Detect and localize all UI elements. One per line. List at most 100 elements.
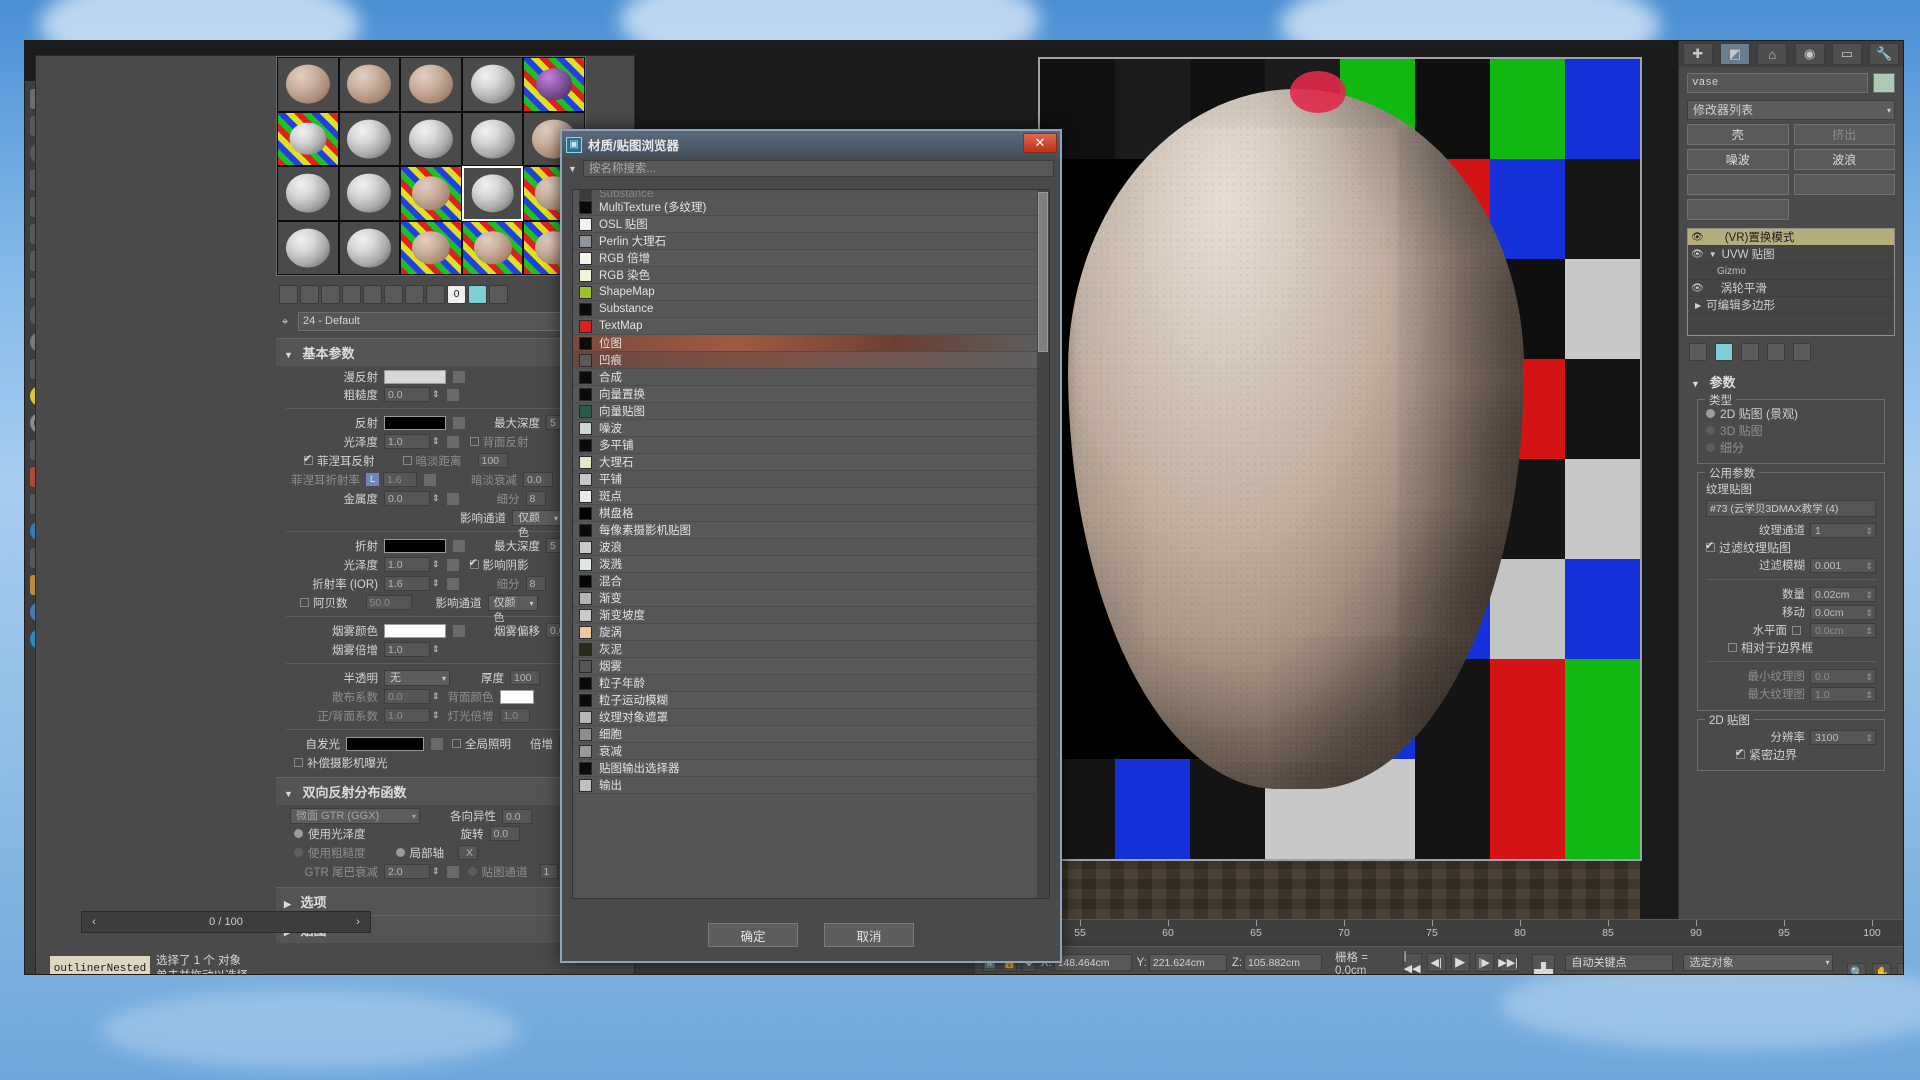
modifier-button-row-1[interactable]: 壳 挤出	[1687, 124, 1895, 145]
assign-material-icon[interactable]	[300, 284, 319, 304]
command-panel[interactable]: ✚ ◩ ⌂ ◉ ▭ 🔧 修改器列表 壳 挤出 噪波 波浪	[1678, 41, 1903, 919]
ok-button[interactable]: 确定	[708, 923, 798, 947]
fog-mult-spinner[interactable]: 1.0	[384, 642, 430, 657]
go-to-start-icon[interactable]: |◀◀	[1402, 950, 1422, 974]
go-to-end-icon[interactable]: ▶▶|	[1498, 952, 1518, 972]
prev-frame-icon[interactable]: ‹	[82, 916, 106, 928]
map-type-item[interactable]: Substance	[573, 190, 1037, 201]
modifier-button-extrude[interactable]: 挤出	[1793, 124, 1895, 145]
min-texmap-spinner[interactable]: 0.0	[1810, 668, 1876, 684]
refract-map-button[interactable]	[452, 538, 466, 553]
row-shift[interactable]: 移动 0.0cm	[1706, 603, 1876, 621]
fog-color-swatch[interactable]	[384, 623, 446, 638]
resolution-spinner[interactable]: 3100	[1810, 729, 1876, 745]
status-bar[interactable]: ▣ 🔒 ✥ X: 148.464cm Y: 221.624cm Z: 105.8…	[975, 946, 1903, 976]
abbe-checkbox[interactable]	[300, 598, 309, 607]
roughness-map-button[interactable]	[445, 387, 460, 402]
map-type-item[interactable]: 旋涡	[573, 624, 1037, 641]
material-slot[interactable]	[461, 220, 524, 275]
make-unique-icon[interactable]	[1741, 343, 1759, 361]
close-icon[interactable]: ✕	[1023, 133, 1057, 153]
dialog-title-bar[interactable]: ▣ 材质/贴图浏览器 ✕	[562, 131, 1060, 158]
max-texmap-spinner[interactable]: 1.0	[1810, 686, 1876, 702]
relative-bbox-checkbox[interactable]	[1728, 643, 1737, 652]
spinner-arrows-icon[interactable]: ⇕	[432, 710, 440, 721]
translucency-dropdown[interactable]: 无	[384, 669, 450, 686]
dim-distance-checkbox[interactable]	[402, 456, 412, 465]
row-texture-channel[interactable]: 纹理通道 1	[1706, 521, 1876, 539]
map-channel-spinner[interactable]: 1	[539, 864, 558, 879]
list-scrollbar[interactable]	[1037, 190, 1049, 898]
tab-modify[interactable]: ◩	[1719, 43, 1750, 65]
thickness-spinner[interactable]: 100	[510, 670, 540, 685]
chevron-down-icon[interactable]: ▼	[1709, 250, 1717, 259]
map-type-item[interactable]: 每像素摄影机贴图	[573, 522, 1037, 539]
material-slot-grid[interactable]	[276, 56, 586, 276]
scatter-spinner[interactable]: 0.0	[384, 689, 430, 704]
modifier-button-row-3[interactable]	[1687, 174, 1895, 195]
rotation-spinner[interactable]: 0.0	[489, 826, 520, 841]
viewport-navigation-controls[interactable]: 🔍 ✋ ◎ ⛶	[1847, 963, 1903, 974]
map-type-item[interactable]: 衰减	[573, 743, 1037, 760]
set-key-button[interactable]: 设置关键点	[1565, 975, 1673, 976]
pan-icon[interactable]: ✋	[1872, 963, 1892, 974]
frame-slider-value[interactable]: 0 / 100	[106, 916, 346, 928]
x-field[interactable]: 148.464cm	[1053, 954, 1132, 971]
map-type-item[interactable]: 大理石	[573, 454, 1037, 471]
configure-modifier-sets-icon[interactable]	[1793, 343, 1811, 361]
material-id-icon[interactable]: 0	[447, 284, 466, 304]
eyedropper-icon[interactable]: ⌖	[276, 314, 294, 329]
map-type-item[interactable]: 纹理对象遮罩	[573, 709, 1037, 726]
go-to-parent-icon[interactable]	[405, 284, 424, 304]
tab-display[interactable]: ▭	[1831, 43, 1862, 65]
spinner-arrows-icon[interactable]: ⇕	[432, 644, 440, 655]
material-slot[interactable]	[277, 111, 339, 166]
refract-color-swatch[interactable]	[384, 538, 446, 553]
spinner-arrows-icon[interactable]: ⇕	[432, 578, 440, 589]
scrollbar-thumb[interactable]	[1038, 192, 1048, 352]
map-type-item[interactable]: 粒子运动模糊	[573, 692, 1037, 709]
map-type-item[interactable]: 混合	[573, 573, 1037, 590]
eye-icon[interactable]: 👁	[1691, 283, 1704, 294]
tab-motion[interactable]: ◉	[1794, 43, 1825, 65]
map-type-item[interactable]: 位图	[573, 335, 1037, 352]
show-end-result-icon[interactable]	[384, 284, 403, 304]
modifier-list-dropdown-row[interactable]: 修改器列表	[1687, 100, 1895, 120]
material-editor-slider-bar[interactable]: ‹ 0 / 100 ›	[81, 911, 371, 933]
modifier-button-row-4[interactable]	[1687, 199, 1895, 220]
go-forward-icon[interactable]	[426, 284, 445, 304]
brdf-model-dropdown[interactable]: 微面 GTR (GGX)	[290, 808, 420, 824]
material-slot[interactable]	[461, 57, 524, 112]
affect-channel-dropdown[interactable]: 仅颜色	[512, 509, 562, 539]
z-field[interactable]: 105.882cm	[1244, 954, 1323, 971]
affect-shadow-checkbox[interactable]	[469, 556, 479, 569]
map-type-item[interactable]: 渐变	[573, 590, 1037, 607]
map-type-item[interactable]: 贴图输出选择器	[573, 760, 1037, 777]
map-type-item[interactable]: 棋盘格	[573, 505, 1037, 522]
map-type-item[interactable]: 波浪	[573, 539, 1037, 556]
material-slot[interactable]	[277, 57, 339, 112]
refr-subdivs-spinner[interactable]: 8	[525, 576, 546, 591]
row-amount[interactable]: 数量 0.02cm	[1706, 585, 1876, 603]
map-type-item[interactable]: 多平铺	[573, 437, 1037, 454]
map-type-item[interactable]: MultiTexture (多纹理)	[573, 199, 1037, 216]
put-to-library-icon[interactable]	[342, 284, 361, 304]
material-slot-selected[interactable]	[461, 166, 524, 221]
rollout-header-params[interactable]: ▼ 参数	[1687, 368, 1895, 395]
chevron-right-icon[interactable]: ▶	[1695, 301, 1701, 310]
map-type-item[interactable]: 粒子年龄	[573, 675, 1037, 692]
spinner-arrows-icon[interactable]: ⇕	[432, 866, 440, 877]
shift-spinner[interactable]: 0.0cm	[1810, 604, 1876, 620]
modifier-stack-toolbar[interactable]	[1689, 343, 1893, 361]
roughness-spinner[interactable]: 0.0	[384, 387, 430, 402]
refr-gloss-map-button[interactable]	[445, 557, 460, 572]
fog-color-map-button[interactable]	[452, 623, 466, 638]
stack-item-turbosmooth[interactable]: 👁 涡轮平滑	[1688, 280, 1894, 297]
command-panel-tabs[interactable]: ✚ ◩ ⌂ ◉ ▭ 🔧	[1679, 41, 1903, 67]
show-map-icon[interactable]	[363, 284, 382, 304]
modifier-button-shell[interactable]: 壳	[1687, 124, 1789, 145]
row-max-texmap[interactable]: 最大纹理图 1.0	[1706, 685, 1876, 703]
cancel-button[interactable]: 取消	[824, 923, 914, 947]
back-reflection-checkbox[interactable]	[469, 437, 479, 446]
ior-map-button[interactable]	[445, 576, 460, 591]
